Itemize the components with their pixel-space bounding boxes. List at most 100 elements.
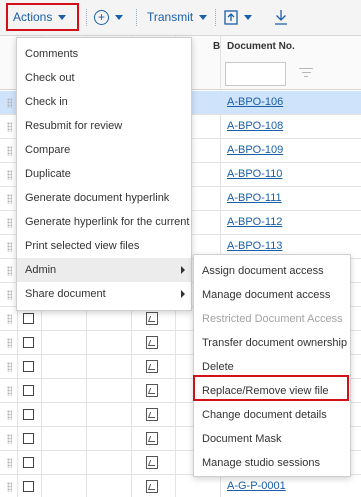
menu-item-label: Generate hyperlink for the current r... — [25, 216, 191, 228]
download-icon — [275, 10, 287, 25]
document-number-link[interactable]: A-BPO-110 — [227, 168, 282, 180]
drag-handle-icon[interactable] — [7, 386, 12, 396]
actions-menu-item[interactable]: Generate hyperlink for the current r... — [17, 210, 191, 234]
chevron-down-icon — [199, 14, 208, 20]
actions-menu-item[interactable]: Print selected view files — [17, 234, 191, 258]
menu-item-label: Delete — [202, 361, 234, 373]
menu-item-label: Manage studio sessions — [202, 457, 321, 469]
drag-handle-icon[interactable] — [7, 170, 12, 180]
admin-menu-item[interactable]: Change document details — [194, 403, 350, 427]
document-edit-icon[interactable] — [146, 360, 158, 373]
drag-handle-icon[interactable] — [7, 218, 12, 228]
document-edit-icon[interactable] — [146, 456, 158, 469]
drag-handle-icon[interactable] — [7, 242, 12, 252]
upload-icon — [224, 10, 238, 25]
menu-item-label: Document Mask — [202, 433, 282, 445]
menu-item-label: Share document — [25, 288, 106, 300]
actions-menu-item[interactable]: Duplicate — [17, 162, 191, 186]
drag-handle-icon[interactable] — [7, 338, 12, 348]
document-number-link[interactable]: A-BPO-109 — [227, 144, 283, 156]
document-number-link[interactable]: A-BPO-108 — [227, 120, 283, 132]
admin-menu-item[interactable]: Document Mask — [194, 427, 350, 451]
document-number-link[interactable]: A-G-P-0001 — [227, 480, 286, 492]
admin-menu-item[interactable]: Assign document access — [194, 259, 350, 283]
document-edit-icon[interactable] — [146, 384, 158, 397]
drag-handle-icon[interactable] — [7, 458, 12, 468]
drag-handle-icon[interactable] — [7, 194, 12, 204]
drag-handle-icon[interactable] — [7, 314, 12, 324]
actions-menu-item[interactable]: Check in — [17, 90, 191, 114]
menu-item-label: Manage document access — [202, 289, 331, 301]
chevron-down-icon — [115, 14, 123, 20]
admin-menu-item[interactable]: Manage studio sessions — [194, 451, 350, 475]
document-edit-icon[interactable] — [146, 408, 158, 421]
admin-menu-item[interactable]: Manage document access — [194, 283, 350, 307]
chevron-down-icon — [244, 14, 252, 20]
actions-menu-item[interactable]: Check out — [17, 66, 191, 90]
menu-item-label: Change document details — [202, 409, 327, 421]
actions-menu-item[interactable]: Comments — [17, 42, 191, 66]
filter-icon[interactable] — [299, 68, 313, 78]
menu-item-label: Transfer document ownership — [202, 337, 348, 349]
menu-item-label: Comments — [25, 48, 79, 60]
column-header-document-no[interactable]: Document No. — [220, 36, 361, 90]
document-edit-icon[interactable] — [146, 432, 158, 445]
actions-menu-item[interactable]: Resubmit for review — [17, 114, 191, 138]
drag-handle-icon[interactable] — [7, 266, 12, 276]
menu-item-label: Check out — [25, 72, 75, 84]
document-number-link[interactable]: A-BPO-111 — [227, 192, 282, 204]
add-symbol: + — [97, 10, 105, 24]
document-number-link[interactable]: A-BPO-106 — [227, 96, 283, 108]
actions-menu-item[interactable]: Share document — [17, 282, 191, 306]
menu-item-label: Print selected view files — [25, 240, 140, 252]
menu-item-label: Compare — [25, 144, 71, 156]
row-checkbox[interactable] — [23, 337, 34, 348]
document-edit-icon[interactable] — [146, 336, 158, 349]
document-number-link[interactable]: A-BPO-113 — [227, 240, 282, 252]
drag-handle-icon[interactable] — [7, 362, 12, 372]
replace-view-file-highlight-box — [193, 375, 349, 401]
table-row[interactable]: A-G-P-0001 — [0, 475, 361, 497]
toolbar-separator — [136, 9, 137, 26]
document-no-filter-input[interactable] — [225, 62, 286, 86]
drag-handle-icon[interactable] — [7, 410, 12, 420]
transmit-button[interactable]: Transmit — [147, 0, 208, 34]
menu-item-label: Assign document access — [202, 265, 324, 277]
upload-button[interactable] — [224, 0, 252, 34]
menu-item-label: Generate document hyperlink — [25, 192, 170, 204]
row-checkbox[interactable] — [23, 409, 34, 420]
actions-menu: Comments Check out Check in Resubmit for re… — [16, 37, 192, 311]
chevron-right-icon — [181, 266, 185, 274]
admin-submenu: Assign document access Manage document ac… — [193, 254, 351, 477]
drag-handle-icon[interactable] — [7, 434, 12, 444]
add-circle-icon: + — [94, 9, 109, 25]
menu-item-label: Restricted Document Access — [202, 313, 343, 325]
toolbar: Actions + Transmit — [0, 0, 361, 36]
row-checkbox[interactable] — [23, 457, 34, 468]
drag-handle-icon[interactable] — [7, 122, 12, 132]
add-button[interactable]: + — [94, 0, 123, 34]
admin-menu-item: Restricted Document Access — [194, 307, 350, 331]
document-number-link[interactable]: A-BPO-112 — [227, 216, 282, 228]
row-checkbox[interactable] — [23, 361, 34, 372]
row-checkbox[interactable] — [23, 313, 34, 324]
admin-menu-item[interactable]: Transfer document ownership — [194, 331, 350, 355]
actions-menu-item[interactable]: Admin — [17, 258, 191, 282]
drag-handle-icon[interactable] — [7, 146, 12, 156]
drag-handle-icon[interactable] — [7, 98, 12, 108]
transmit-label: Transmit — [147, 10, 194, 24]
row-checkbox[interactable] — [23, 385, 34, 396]
toolbar-separator — [215, 9, 216, 26]
download-button[interactable] — [273, 0, 289, 34]
document-no-header-label: Document No. — [227, 41, 295, 52]
row-checkbox[interactable] — [23, 481, 34, 492]
drag-handle-icon[interactable] — [7, 482, 12, 492]
document-edit-icon[interactable] — [146, 480, 158, 493]
actions-menu-item[interactable]: Generate document hyperlink — [17, 186, 191, 210]
actions-highlight-box — [6, 3, 79, 31]
document-edit-icon[interactable] — [146, 312, 158, 325]
drag-handle-icon[interactable] — [7, 290, 12, 300]
chevron-right-icon — [181, 290, 185, 298]
row-checkbox[interactable] — [23, 433, 34, 444]
actions-menu-item[interactable]: Compare — [17, 138, 191, 162]
